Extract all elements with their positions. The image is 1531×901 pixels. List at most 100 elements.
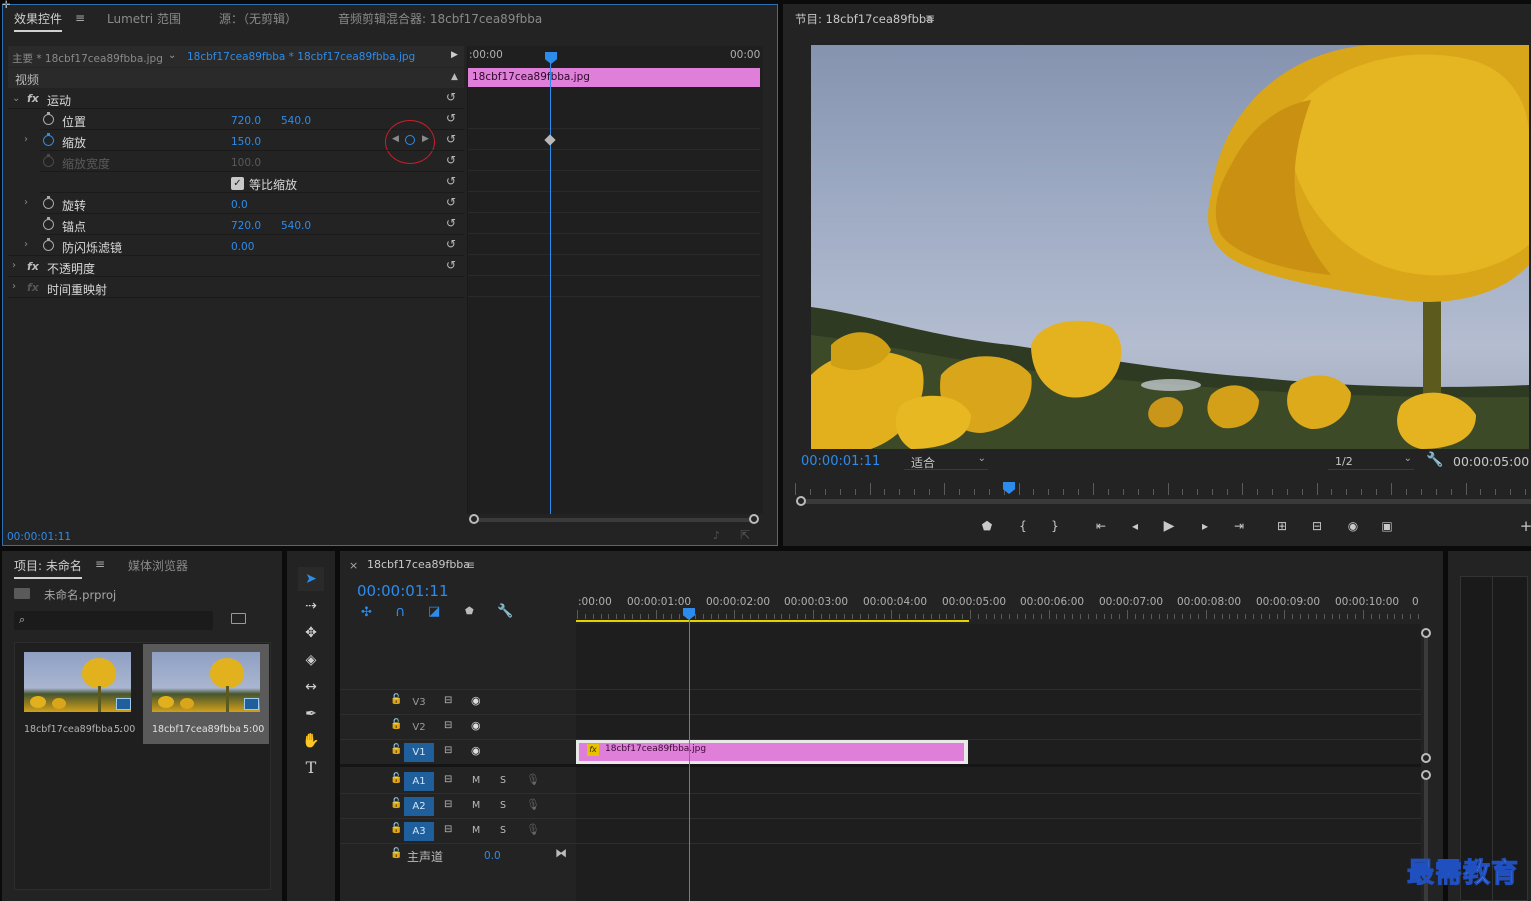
fx-icon[interactable]: fx [27, 260, 39, 273]
program-scrub-bar[interactable] [800, 499, 1531, 504]
stopwatch-position-icon[interactable] [43, 112, 54, 125]
scale-value[interactable]: 150.0 [231, 136, 261, 148]
expand-time-remap-chevron[interactable]: › [12, 281, 16, 292]
sync-lock-icon[interactable]: ⊟ [444, 799, 452, 810]
tab-project[interactable]: 项目: 未命名 [14, 557, 82, 579]
play-icon[interactable]: ▶ [1161, 518, 1177, 534]
panel-menu-arrow[interactable]: ✛ [2, 0, 10, 11]
scroll-handle-audio[interactable] [1421, 770, 1431, 780]
add-keyframe-icon[interactable] [405, 135, 415, 145]
sync-lock-icon[interactable]: ⊟ [444, 695, 452, 706]
expand-scale-chevron[interactable]: › [24, 134, 28, 145]
resolution-dropdown[interactable]: 1/2 ⌄ [1328, 453, 1414, 470]
lock-icon[interactable]: 🔓 [390, 823, 402, 834]
prev-keyframe-icon[interactable]: ◀ [392, 134, 399, 144]
slip-tool-icon[interactable]: ↔ [298, 675, 324, 699]
snap-magnet-icon[interactable]: ∩ [395, 604, 405, 620]
project-item[interactable]: 18cbf17cea89fbba 5:00 [143, 644, 269, 744]
work-area-bar[interactable] [576, 620, 969, 622]
sync-lock-icon[interactable]: ⊟ [444, 720, 452, 731]
mark-in-icon[interactable]: { [1015, 518, 1031, 534]
stopwatch-rotation-icon[interactable] [43, 196, 54, 209]
anchor-y-value[interactable]: 540.0 [281, 220, 311, 232]
rotation-value[interactable]: 0.0 [231, 199, 248, 211]
eye-icon[interactable]: ◉ [471, 694, 481, 707]
tab-source[interactable]: 源：（无剪辑） [219, 10, 297, 27]
ec-zoom-scrollbar[interactable] [473, 518, 755, 522]
scroll-handle-top[interactable] [1421, 628, 1431, 638]
sequence-tab-name[interactable]: 18cbf17cea89fbba [367, 558, 470, 571]
project-search-input[interactable]: ⌕ [14, 611, 213, 630]
program-scrub-handle[interactable] [796, 496, 806, 506]
lock-icon[interactable]: 🔓 [390, 719, 402, 730]
microphone-icon[interactable]: 🎙 [526, 798, 540, 811]
tab-media-browser[interactable]: 媒体浏览器 [128, 557, 188, 574]
add-marker-icon[interactable]: ⬟ [979, 518, 995, 534]
microphone-icon[interactable]: 🎙 [526, 823, 540, 836]
project-menu-icon[interactable]: ≡ [95, 557, 105, 571]
go-to-in-icon[interactable]: ⇤ [1093, 518, 1109, 534]
reset-opacity-icon[interactable]: ↺ [444, 259, 458, 271]
ripple-edit-tool-icon[interactable]: ✥ [298, 621, 324, 645]
ec-clip-bar[interactable]: 18cbf17cea89fbba.jpg [468, 68, 760, 87]
selection-tool-icon[interactable]: ➤ [298, 567, 324, 591]
reset-antiflicker-icon[interactable]: ↺ [444, 238, 458, 250]
sync-lock-icon[interactable]: ⊟ [444, 824, 452, 835]
mark-out-icon[interactable]: } [1047, 518, 1063, 534]
solo-button[interactable]: S [500, 775, 506, 786]
position-y-value[interactable]: 540.0 [281, 115, 311, 127]
tab-audio-clip-mixer[interactable]: 音频剪辑混合器: 18cbf17cea89fbba [338, 10, 542, 27]
track-label-v1[interactable]: V1 [404, 743, 434, 762]
sync-lock-icon[interactable]: ⊟ [444, 774, 452, 785]
chevron-down-icon[interactable]: ⌄ [168, 50, 176, 61]
video-track-scrollbar[interactable] [1424, 636, 1428, 756]
program-menu-icon[interactable]: ≡ [925, 11, 935, 25]
antiflicker-value[interactable]: 0.00 [231, 241, 254, 253]
lock-icon[interactable]: 🔓 [390, 773, 402, 784]
position-x-value[interactable]: 720.0 [231, 115, 261, 127]
pen-tool-icon[interactable]: ✒ [298, 702, 324, 726]
add-button-icon[interactable]: + [1518, 518, 1531, 534]
hand-tool-icon[interactable]: ✋ [298, 729, 324, 753]
project-item[interactable]: 18cbf17cea89fbba... 5:00 [16, 644, 141, 744]
nest-toggle-icon[interactable]: ✣ [361, 605, 372, 620]
lock-icon[interactable]: 🔓 [390, 848, 402, 859]
step-back-icon[interactable]: ◂ [1127, 518, 1143, 534]
solo-button[interactable]: S [500, 825, 506, 836]
new-bin-icon[interactable] [231, 613, 246, 624]
audio-loop-icon[interactable]: ♪ [713, 529, 720, 542]
ec-zoom-handle-right[interactable] [749, 514, 759, 524]
timeline-clip-v1[interactable]: fx 18cbf17cea89fbba.jpg [576, 740, 968, 764]
microphone-icon[interactable]: 🎙 [526, 773, 540, 786]
go-to-out-point-icon[interactable]: ⧓ [555, 846, 567, 860]
program-video-frame[interactable] [811, 45, 1529, 449]
scroll-handle-mid[interactable] [1421, 753, 1431, 763]
mute-button[interactable]: M [472, 800, 480, 811]
reset-rotation-icon[interactable]: ↺ [444, 196, 458, 208]
close-sequence-icon[interactable]: × [349, 559, 358, 572]
reset-uniform-scale-icon[interactable]: ↺ [444, 175, 458, 187]
reset-anchor-icon[interactable]: ↺ [444, 217, 458, 229]
type-tool-icon[interactable]: T [298, 756, 324, 780]
ec-current-time[interactable]: 00:00:01:11 [7, 531, 71, 543]
reset-motion-icon[interactable]: ↺ [444, 91, 458, 103]
uniform-scale-checkbox[interactable]: ✓ [231, 177, 244, 190]
compare-view-icon[interactable]: ▣ [1379, 518, 1395, 534]
timeline-menu-icon[interactable]: ≡ [465, 558, 475, 572]
linked-selection-icon[interactable]: ◪ [428, 604, 440, 619]
anchor-x-value[interactable]: 720.0 [231, 220, 261, 232]
tab-effect-controls[interactable]: 效果控件 [14, 10, 63, 32]
play-triangle-icon[interactable]: ▶ [451, 50, 458, 60]
reset-position-icon[interactable]: ↺ [444, 112, 458, 124]
reset-scale-width-icon[interactable]: ↺ [444, 154, 458, 166]
timeline-settings-wrench-icon[interactable]: 🔧 [497, 604, 513, 619]
program-current-time[interactable]: 00:00:01:11 [801, 454, 880, 469]
timeline-marker-icon[interactable]: ⬟ [465, 606, 474, 617]
razor-tool-icon[interactable]: ◈ [298, 648, 324, 672]
step-forward-icon[interactable]: ▸ [1197, 518, 1213, 534]
camera-icon[interactable]: ◉ [1345, 518, 1361, 534]
expand-motion-chevron[interactable]: ⌄ [12, 93, 20, 104]
master-clip-label[interactable]: 主要 * 18cbf17cea89fbba.jpg [12, 51, 163, 66]
fit-dropdown[interactable]: 适合 ⌄ [904, 453, 988, 470]
master-volume-value[interactable]: 0.0 [484, 850, 501, 862]
